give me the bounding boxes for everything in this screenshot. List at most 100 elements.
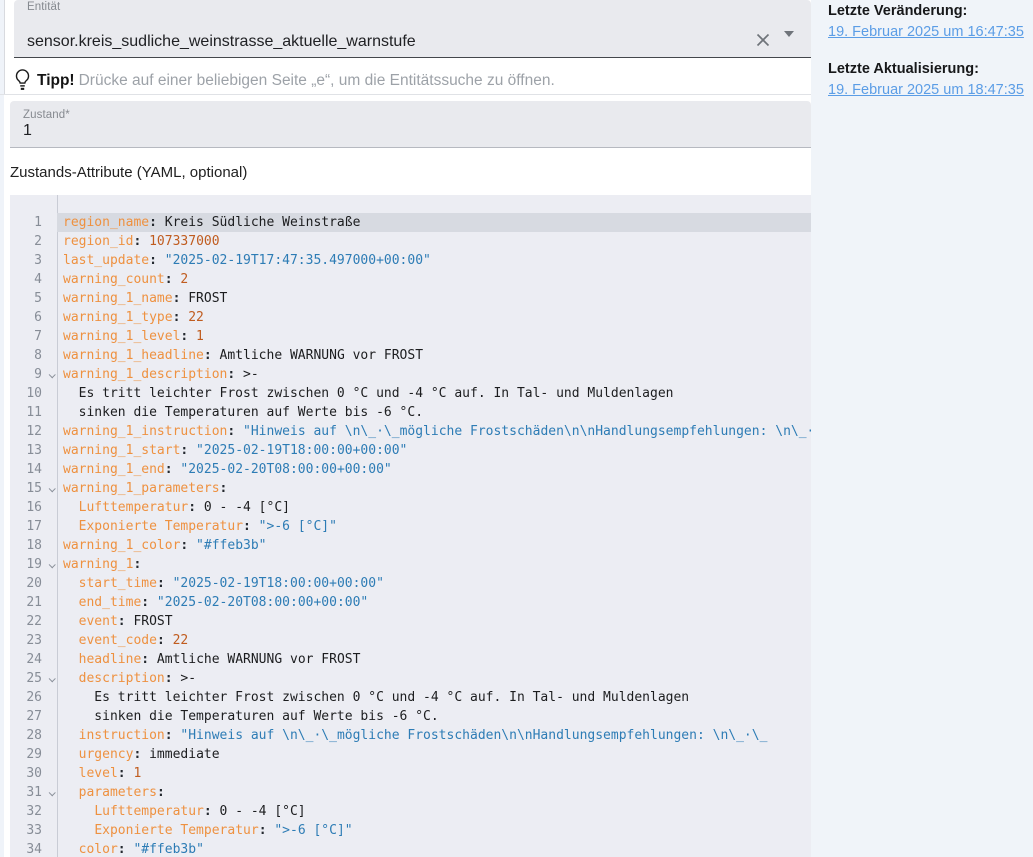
last-updated-link[interactable]: 19. Februar 2025 um 18:47:35: [828, 82, 1024, 98]
code-line-text: headline: Amtliche WARNUNG vor FROST: [57, 650, 811, 669]
code-line-text: region_id: 107337000: [57, 232, 811, 251]
code-line-text: warning_1_level: 1: [57, 327, 811, 346]
code-line[interactable]: 2 region_id: 107337000: [10, 232, 811, 251]
last-changed-link[interactable]: 19. Februar 2025 um 16:47:35: [828, 24, 1024, 40]
line-number: 18: [10, 536, 45, 555]
line-number: 22: [10, 612, 45, 631]
code-line-text: end_time: "2025-02-20T08:00:00+00:00": [57, 593, 811, 612]
chevron-down-icon[interactable]: [48, 561, 55, 568]
code-line[interactable]: 24 headline: Amtliche WARNUNG vor FROST: [10, 650, 811, 669]
code-line[interactable]: 5 warning_1_name: FROST: [10, 289, 811, 308]
editor-gutter-cell: 27: [10, 707, 57, 726]
line-number: 5: [10, 289, 45, 308]
code-line-text: sinken die Temperaturen auf Werte bis -6…: [57, 707, 811, 726]
caret-down-icon[interactable]: [784, 37, 796, 45]
editor-gutter-cell: 29: [10, 745, 57, 764]
editor-gutter-cell: 19: [10, 555, 57, 574]
code-line[interactable]: 21 end_time: "2025-02-20T08:00:00+00:00": [10, 593, 811, 612]
code-line[interactable]: 25 description: >-: [10, 669, 811, 688]
lightbulb-icon: [14, 68, 31, 96]
code-line[interactable]: 18warning_1_color: "#ffeb3b": [10, 536, 811, 555]
entity-combobox[interactable]: Entität sensor.kreis_sudliche_weinstrass…: [14, 0, 811, 58]
code-line[interactable]: 7warning_1_level: 1: [10, 327, 811, 346]
editor-gutter-cell: 1: [10, 213, 57, 232]
line-number: 32: [10, 802, 45, 821]
code-line-text: warning_1_name: FROST: [57, 289, 811, 308]
code-line[interactable]: 33 Exponierte Temperatur: ">-6 [°C]": [10, 821, 811, 840]
code-line[interactable]: 8warning_1_headline: Amtliche WARNUNG vo…: [10, 346, 811, 365]
entity-info-panel: Letzte Veränderung: 19. Februar 2025 um …: [811, 0, 1033, 857]
editor-gutter-cell: 7: [10, 327, 57, 346]
line-number: 27: [10, 707, 45, 726]
editor-gutter-cell: 12: [10, 422, 57, 441]
line-number: 15: [10, 479, 45, 498]
editor-gutter-cell: 11: [10, 403, 57, 422]
code-line[interactable]: 23 event_code: 22: [10, 631, 811, 650]
code-line-text: warning_1_instruction: "Hinweis auf \n\_…: [57, 422, 811, 441]
line-number: 2: [10, 232, 45, 251]
close-icon[interactable]: [755, 32, 771, 48]
code-line[interactable]: 31 parameters:: [10, 783, 811, 802]
code-line-text: warning_1_end: "2025-02-20T08:00:00+00:0…: [57, 460, 811, 479]
chevron-down-icon[interactable]: [48, 675, 55, 682]
code-line[interactable]: 11 sinken die Temperaturen auf Werte bis…: [10, 403, 811, 422]
code-line[interactable]: 22 event: FROST: [10, 612, 811, 631]
code-line[interactable]: 12 warning_1_instruction: "Hinweis auf \n…: [10, 422, 811, 441]
panel-edge-line: [4, 0, 5, 94]
line-number: 33: [10, 821, 45, 840]
chevron-down-icon[interactable]: [48, 789, 55, 796]
code-line[interactable]: 4warning_count: 2: [10, 270, 811, 289]
code-line-text: parameters:: [57, 783, 811, 802]
editor-gutter-cell: 6: [10, 308, 57, 327]
code-line[interactable]: 32 Lufttemperatur: 0 - -4 [°C]: [10, 802, 811, 821]
code-line[interactable]: 3last_update: "2025-02-19T17:47:35.49700…: [10, 251, 811, 270]
code-line[interactable]: 13warning_1_start: "2025-02-19T18:00:00+…: [10, 441, 811, 460]
editor-lines[interactable]: 1region_name: Kreis Südliche Weinstraße2…: [10, 213, 811, 857]
state-field-value: 1: [23, 122, 32, 140]
code-line-text: event: FROST: [57, 612, 811, 631]
code-line[interactable]: 28 instruction: "Hinweis auf \n\_·\_mögl…: [10, 726, 811, 745]
code-line-text: warning_count: 2: [57, 270, 811, 289]
line-number: 17: [10, 517, 45, 536]
entity-field-label: Entität: [27, 1, 60, 13]
code-line[interactable]: 34 color: "#ffeb3b": [10, 840, 811, 857]
code-line[interactable]: 16 Lufttemperatur: 0 - -4 [°C]: [10, 498, 811, 517]
code-line[interactable]: 10 Es tritt leichter Frost zwischen 0 °C…: [10, 384, 811, 403]
code-line[interactable]: 27 sinken die Temperaturen auf Werte bis…: [10, 707, 811, 726]
line-number: 1: [10, 213, 45, 232]
code-line[interactable]: 6warning_1_type: 22: [10, 308, 811, 327]
code-line-text: start_time: "2025-02-19T18:00:00+00:00": [57, 574, 811, 593]
line-number: 12: [10, 422, 45, 441]
editor-gutter-cell: 5: [10, 289, 57, 308]
code-line[interactable]: 1region_name: Kreis Südliche Weinstraße: [10, 213, 811, 232]
chevron-down-icon[interactable]: [48, 485, 55, 492]
editor-gutter-cell: 2: [10, 232, 57, 251]
entity-field-value: sensor.kreis_sudliche_weinstrasse_aktuel…: [27, 33, 416, 51]
code-line[interactable]: 17 Exponierte Temperatur: ">-6 [°C]": [10, 517, 811, 536]
state-input[interactable]: Zustand* 1: [10, 101, 811, 148]
chevron-down-icon[interactable]: [48, 371, 55, 378]
editor-gutter-cell: 20: [10, 574, 57, 593]
code-line[interactable]: 20 start_time: "2025-02-19T18:00:00+00:0…: [10, 574, 811, 593]
code-line[interactable]: 14warning_1_end: "2025-02-20T08:00:00+00…: [10, 460, 811, 479]
yaml-editor[interactable]: 1region_name: Kreis Südliche Weinstraße2…: [10, 195, 811, 857]
line-number: 9: [10, 365, 45, 384]
code-line[interactable]: 30 level: 1: [10, 764, 811, 783]
code-line-text: sinken die Temperaturen auf Werte bis -6…: [57, 403, 811, 422]
code-line-text: event_code: 22: [57, 631, 811, 650]
editor-gutter-cell: 33: [10, 821, 57, 840]
editor-gutter-cell: 22: [10, 612, 57, 631]
editor-gutter-cell: 4: [10, 270, 57, 289]
code-line[interactable]: 26 Es tritt leichter Frost zwischen 0 °C…: [10, 688, 811, 707]
code-line[interactable]: 29 urgency: immediate: [10, 745, 811, 764]
editor-gutter-cell: 32: [10, 802, 57, 821]
code-line-text: description: >-: [57, 669, 811, 688]
code-line[interactable]: 9warning_1_description: >-: [10, 365, 811, 384]
tip-row: Tipp! Drücke auf einer beliebigen Seite …: [14, 68, 804, 94]
code-line[interactable]: 15warning_1_parameters:: [10, 479, 811, 498]
code-line[interactable]: 19warning_1:: [10, 555, 811, 574]
line-number: 6: [10, 308, 45, 327]
editor-gutter-cell: 9: [10, 365, 57, 384]
last-updated-label: Letzte Aktualisierung:: [828, 61, 1033, 77]
line-number: 16: [10, 498, 45, 517]
